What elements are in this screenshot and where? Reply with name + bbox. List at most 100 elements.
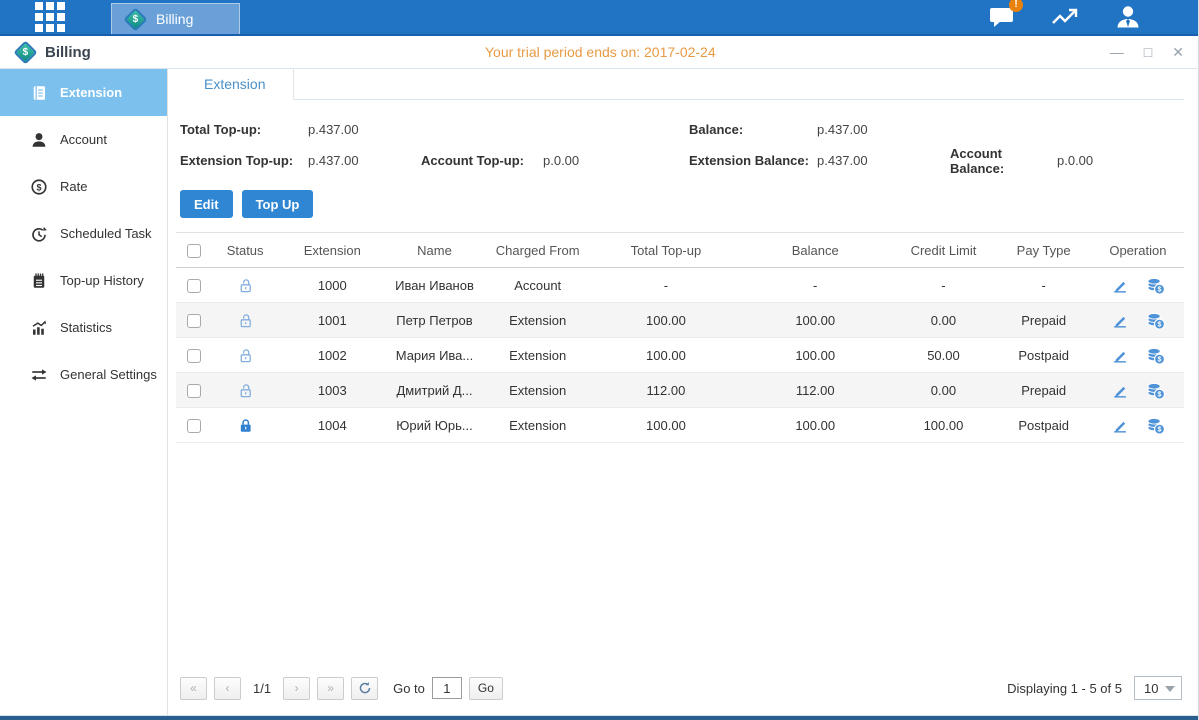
app-tab-billing[interactable]: $ Billing xyxy=(111,3,240,34)
table-row: 1003 Дмитрий Д... Extension 112.00 112.0… xyxy=(176,373,1184,408)
prev-page-button[interactable]: ‹ xyxy=(214,677,241,700)
edit-row-icon[interactable] xyxy=(1111,346,1129,364)
row-checkbox[interactable] xyxy=(187,349,201,363)
top-up-row-icon[interactable]: $ xyxy=(1146,416,1165,435)
bar-chart-icon xyxy=(30,319,48,337)
select-all-checkbox[interactable] xyxy=(187,244,201,258)
edit-row-icon[interactable] xyxy=(1111,276,1129,294)
lock-status-icon xyxy=(237,381,254,396)
sidebar-item-label: Account xyxy=(60,132,107,147)
notification-badge: ! xyxy=(1009,0,1023,12)
cell-charged-from: Account xyxy=(483,268,593,303)
row-checkbox[interactable] xyxy=(187,314,201,328)
window-title: Billing xyxy=(45,44,91,61)
sidebar-item-statistics[interactable]: Statistics xyxy=(0,304,167,351)
maximize-button[interactable]: □ xyxy=(1144,45,1152,59)
last-page-button[interactable]: » xyxy=(317,677,344,700)
header-extension: Extension xyxy=(278,233,386,268)
account-balance-label: Account Balance: xyxy=(950,146,1057,176)
extension-balance-value: p.437.00 xyxy=(817,153,950,168)
svg-text:$: $ xyxy=(1158,390,1162,398)
cell-total-topup: 100.00 xyxy=(593,338,739,373)
cell-credit-limit: 100.00 xyxy=(891,408,995,443)
cell-credit-limit: 0.00 xyxy=(891,373,995,408)
cell-pay-type: - xyxy=(996,268,1092,303)
cell-total-topup: - xyxy=(593,268,739,303)
top-up-row-icon[interactable]: $ xyxy=(1146,381,1165,400)
edit-row-icon[interactable] xyxy=(1111,381,1129,399)
header-charged-from: Charged From xyxy=(483,233,593,268)
cell-charged-from: Extension xyxy=(483,408,593,443)
app-grid-menu-icon[interactable] xyxy=(33,0,67,34)
balance-label: Balance: xyxy=(689,122,817,137)
sidebar-item-rate[interactable]: $ Rate xyxy=(0,163,167,210)
edit-row-icon[interactable] xyxy=(1111,311,1129,329)
table-row: 1000 Иван Иванов Account - - - - $ xyxy=(176,268,1184,303)
user-account-icon[interactable] xyxy=(1113,3,1143,31)
cell-total-topup: 100.00 xyxy=(593,303,739,338)
account-topup-value: p.0.00 xyxy=(543,153,689,168)
cell-charged-from: Extension xyxy=(483,373,593,408)
person-icon xyxy=(30,131,48,149)
header-operation: Operation xyxy=(1092,233,1184,268)
page-size-select[interactable]: 10 xyxy=(1134,676,1182,700)
cell-balance: 112.00 xyxy=(739,373,891,408)
cell-total-topup: 112.00 xyxy=(593,373,739,408)
sidebar-item-extension[interactable]: Extension xyxy=(0,69,167,116)
cell-name: Юрий Юрь... xyxy=(386,408,482,443)
cell-name: Петр Петров xyxy=(386,303,482,338)
page-indicator: 1/1 xyxy=(253,681,271,696)
extensions-table: Status Extension Name Charged From Total… xyxy=(176,232,1184,443)
billing-diamond-icon: $ xyxy=(123,7,147,31)
tab-extension[interactable]: Extension xyxy=(176,69,294,100)
dollar-circle-icon: $ xyxy=(30,178,48,196)
statistics-chart-icon[interactable] xyxy=(1050,3,1080,31)
header-name: Name xyxy=(386,233,482,268)
row-checkbox[interactable] xyxy=(187,384,201,398)
cell-extension: 1002 xyxy=(278,338,386,373)
cell-balance: 100.00 xyxy=(739,303,891,338)
cell-name: Иван Иванов xyxy=(386,268,482,303)
sidebar-item-account[interactable]: Account xyxy=(0,116,167,163)
sidebar-item-topup-history[interactable]: Top-up History xyxy=(0,257,167,304)
cell-balance: - xyxy=(739,268,891,303)
top-up-row-icon[interactable]: $ xyxy=(1146,346,1165,365)
refresh-button[interactable] xyxy=(351,677,378,700)
sidebar: Extension Account $ Rate Scheduled Task … xyxy=(0,69,168,715)
cell-pay-type: Postpaid xyxy=(996,408,1092,443)
row-checkbox[interactable] xyxy=(187,419,201,433)
goto-page-input[interactable] xyxy=(432,677,462,699)
account-topup-label: Account Top-up: xyxy=(421,153,543,168)
extension-balance-label: Extension Balance: xyxy=(689,153,817,168)
go-button[interactable]: Go xyxy=(469,677,503,700)
header-balance: Balance xyxy=(739,233,891,268)
sidebar-item-label: Scheduled Task xyxy=(60,226,152,241)
balance-value: p.437.00 xyxy=(817,122,950,137)
messages-icon[interactable]: ! xyxy=(987,3,1017,31)
first-page-button[interactable]: « xyxy=(180,677,207,700)
row-checkbox[interactable] xyxy=(187,279,201,293)
tab-strip: Extension xyxy=(176,69,1184,100)
minimize-button[interactable]: — xyxy=(1110,45,1124,59)
sidebar-item-general-settings[interactable]: General Settings xyxy=(0,351,167,398)
next-page-button[interactable]: › xyxy=(283,677,310,700)
cell-extension: 1004 xyxy=(278,408,386,443)
sidebar-item-label: Rate xyxy=(60,179,87,194)
top-up-row-icon[interactable]: $ xyxy=(1146,311,1165,330)
edit-row-icon[interactable] xyxy=(1111,416,1129,434)
sidebar-item-label: General Settings xyxy=(60,367,157,382)
header-pay-type: Pay Type xyxy=(996,233,1092,268)
svg-text:$: $ xyxy=(1158,425,1162,433)
cell-extension: 1003 xyxy=(278,373,386,408)
close-button[interactable]: ✕ xyxy=(1172,45,1184,59)
edit-button[interactable]: Edit xyxy=(180,190,233,218)
header-status: Status xyxy=(212,233,278,268)
top-up-button[interactable]: Top Up xyxy=(242,190,314,218)
extension-topup-label: Extension Top-up: xyxy=(180,153,308,168)
lock-status-icon xyxy=(237,311,254,326)
sidebar-item-scheduled-task[interactable]: Scheduled Task xyxy=(0,210,167,257)
cell-credit-limit: 0.00 xyxy=(891,303,995,338)
top-up-row-icon[interactable]: $ xyxy=(1146,276,1165,295)
refresh-icon xyxy=(358,681,372,695)
svg-text:$: $ xyxy=(1158,320,1162,328)
